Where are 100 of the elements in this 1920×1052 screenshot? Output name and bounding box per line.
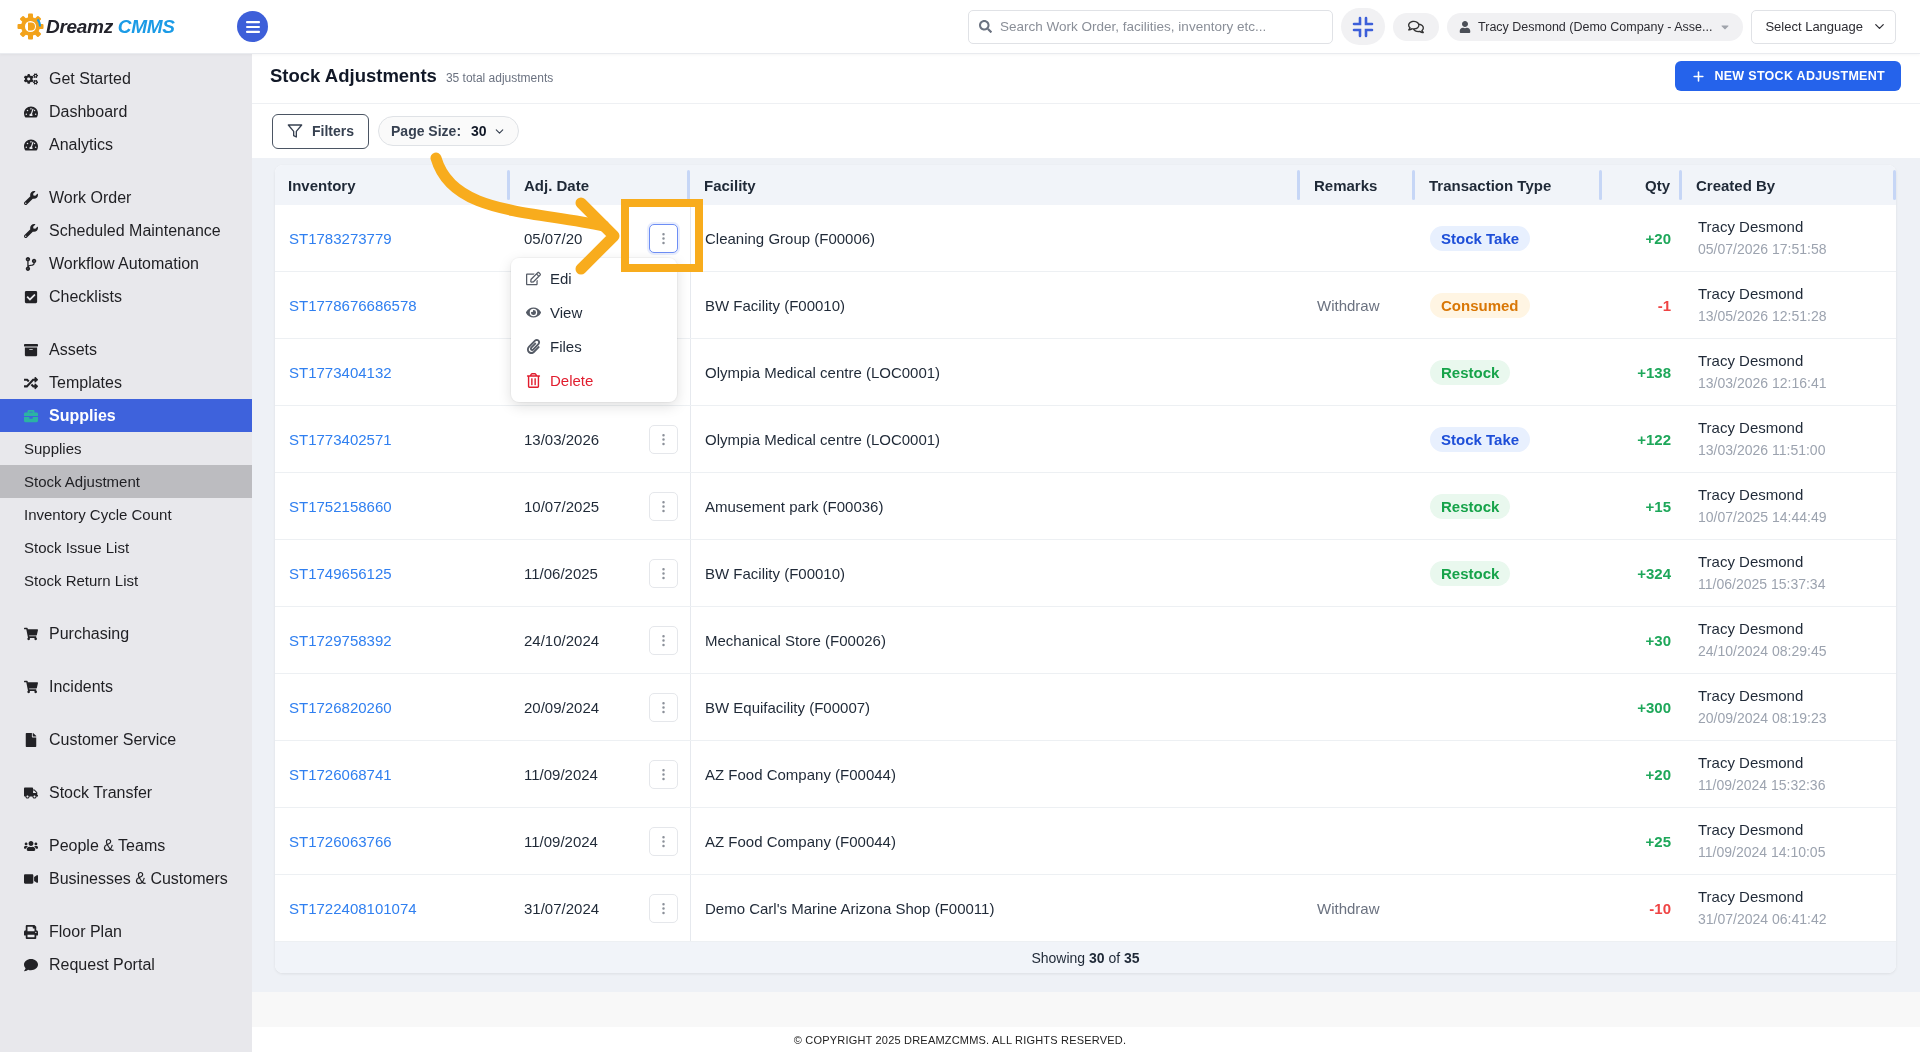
search-field[interactable]: Search Work Order, facilities, inventory etc... (968, 9, 1334, 44)
sidebar-item[interactable]: Supplies (0, 399, 252, 432)
chat-button[interactable] (1393, 12, 1440, 41)
page-size-select[interactable]: Page Size: 30 (378, 116, 519, 146)
transaction-type-badge: Stock Take (1430, 426, 1531, 452)
sidebar-item[interactable]: Scheduled Maintenance (0, 214, 252, 247)
created-time: 05/07/2026 17:51:58 (1698, 240, 1827, 258)
created-time: 11/09/2024 14:10:05 (1698, 843, 1826, 861)
remarks-text: Withdraw (1317, 296, 1380, 314)
quantity-value: +122 (1637, 430, 1671, 448)
sidebar-item[interactable]: Analytics (0, 128, 252, 161)
sidebar-item[interactable]: Businesses & Customers (0, 862, 252, 895)
transaction-type-badge: Restock (1430, 493, 1511, 519)
created-time: 10/07/2025 14:44:49 (1698, 508, 1827, 526)
inventory-link[interactable]: ST1783273779 (289, 229, 392, 247)
inventory-link[interactable]: ST1773404132 (289, 363, 392, 381)
inventory-link[interactable]: ST1773402571 (289, 430, 392, 448)
column-header: Facility (690, 165, 1300, 205)
date-text: 10/07/2025 (524, 497, 600, 515)
sidebar-item[interactable]: Workflow Automation (0, 247, 252, 280)
date-text: 11/09/2024 (524, 832, 598, 850)
sidebar-subitem[interactable]: Inventory Cycle Count (0, 498, 252, 531)
sidebar-item[interactable]: Stock Transfer (0, 776, 252, 809)
quantity-value: +20 (1645, 229, 1671, 247)
transaction-type-badge: Restock (1430, 359, 1511, 385)
sidebar-item[interactable]: Purchasing (0, 617, 252, 650)
inventory-link[interactable]: ST1726063766 (289, 832, 392, 850)
created-time: 31/07/2024 06:41:42 (1698, 910, 1827, 928)
cart-icon (24, 679, 38, 694)
sidebar-item[interactable]: Templates (0, 366, 252, 399)
quantity-value: -1 (1657, 296, 1671, 314)
creator-name: Tracy Desmond (1698, 486, 1804, 504)
sidebar-item[interactable]: Get Started (0, 62, 252, 95)
inventory-link[interactable]: ST1722408101074 (289, 899, 417, 917)
date-text: 31/07/2024 (524, 899, 600, 917)
new-stock-adjustment-button[interactable]: NEW STOCK ADJUSTMENT (1675, 61, 1901, 91)
facility-text: Mechanical Store (F00026) (705, 631, 886, 649)
facility-text: Cleaning Group (F00006) (705, 229, 876, 247)
scan-button[interactable] (1341, 8, 1386, 45)
sidebar-item[interactable]: People & Teams (0, 829, 252, 862)
facility-text: Amusement park (F00036) (705, 497, 884, 515)
transaction-type-badge: Consumed (1430, 292, 1530, 318)
inventory-link[interactable]: ST1729758392 (289, 631, 392, 649)
column-header: Created By (1682, 165, 1896, 205)
sidebar-item[interactable]: Checklists (0, 280, 252, 313)
menu-item[interactable]: Files (526, 329, 582, 363)
file-icon (24, 732, 38, 747)
user-menu-button[interactable]: Tracy Desmond (Demo Company - Asse... (1447, 12, 1744, 41)
inventory-link[interactable]: ST1778676686578 (289, 296, 417, 314)
more-actions-button[interactable] (649, 223, 678, 253)
facility-text: BW Facility (F00010) (705, 296, 846, 314)
pagination-summary: Showing 30 of 35 (1031, 949, 1140, 966)
transaction-type-badge: Stock Take (1430, 225, 1531, 251)
chat-icon (1408, 18, 1425, 35)
paperclip-icon (526, 338, 541, 354)
created-time: 13/03/2026 11:51:00 (1698, 441, 1826, 459)
filters-button[interactable]: Filters (272, 113, 369, 149)
sidebar-item[interactable]: Work Order (0, 181, 252, 214)
inventory-link[interactable]: ST1726820260 (289, 698, 392, 716)
created-time: 13/03/2026 12:16:41 (1698, 374, 1827, 392)
sidebar-subitem[interactable]: Supplies (0, 432, 252, 465)
brand-name-suffix: CMMS (117, 15, 175, 38)
truck-icon (24, 785, 38, 800)
inventory-link[interactable]: ST1726068741 (289, 765, 392, 783)
facility-text: Olympia Medical centre (LOC0001) (705, 363, 941, 381)
sidebar-subitem[interactable]: Stock Adjustment (0, 465, 252, 498)
sidebar-item[interactable]: Incidents (0, 670, 252, 703)
menu-item[interactable]: Edi (526, 261, 572, 295)
menu-button[interactable] (237, 11, 268, 42)
gears-icon (24, 71, 38, 86)
trash-icon (526, 372, 541, 388)
sidebar-item[interactable]: Assets (0, 333, 252, 366)
menu-item[interactable]: Delete (526, 363, 594, 397)
sidebar-item[interactable]: Dashboard (0, 95, 252, 128)
menu-item[interactable]: View (526, 295, 583, 329)
sidebar-item[interactable]: Request Portal (0, 948, 252, 981)
creator-name: Tracy Desmond (1698, 285, 1804, 303)
facility-text: AZ Food Company (F00044) (705, 765, 896, 783)
copyright-text: © COPYRIGHT 2025 DREAMZCMMS. ALL RIGHTS RESERVED. (793, 1034, 1127, 1046)
branch-icon (24, 256, 38, 271)
sidebar-item[interactable]: Customer Service (0, 723, 252, 756)
sidebar-subitem[interactable]: Stock Issue List (0, 531, 252, 564)
created-time: 20/09/2024 08:19:23 (1698, 709, 1827, 727)
creator-name: Tracy Desmond (1698, 218, 1804, 236)
video-camera-icon (24, 871, 38, 886)
column-header: Qty (1602, 165, 1682, 205)
briefcase-icon (24, 408, 38, 423)
shuffle-icon (24, 375, 38, 390)
sidebar-item[interactable]: Floor Plan (0, 915, 252, 948)
inventory-link[interactable]: ST1749656125 (289, 564, 392, 582)
plus-icon (1691, 68, 1707, 84)
printer-icon (24, 924, 38, 939)
language-select[interactable]: Select Language (1751, 9, 1896, 44)
record-count: 35 total adjustments (445, 71, 554, 85)
quantity-value: +138 (1637, 363, 1671, 381)
column-header: Adj. Date (510, 165, 690, 205)
quantity-value: -10 (1649, 899, 1671, 917)
sidebar-subitem[interactable]: Stock Return List (0, 564, 252, 597)
creator-name: Tracy Desmond (1698, 888, 1804, 906)
inventory-link[interactable]: ST1752158660 (289, 497, 392, 515)
